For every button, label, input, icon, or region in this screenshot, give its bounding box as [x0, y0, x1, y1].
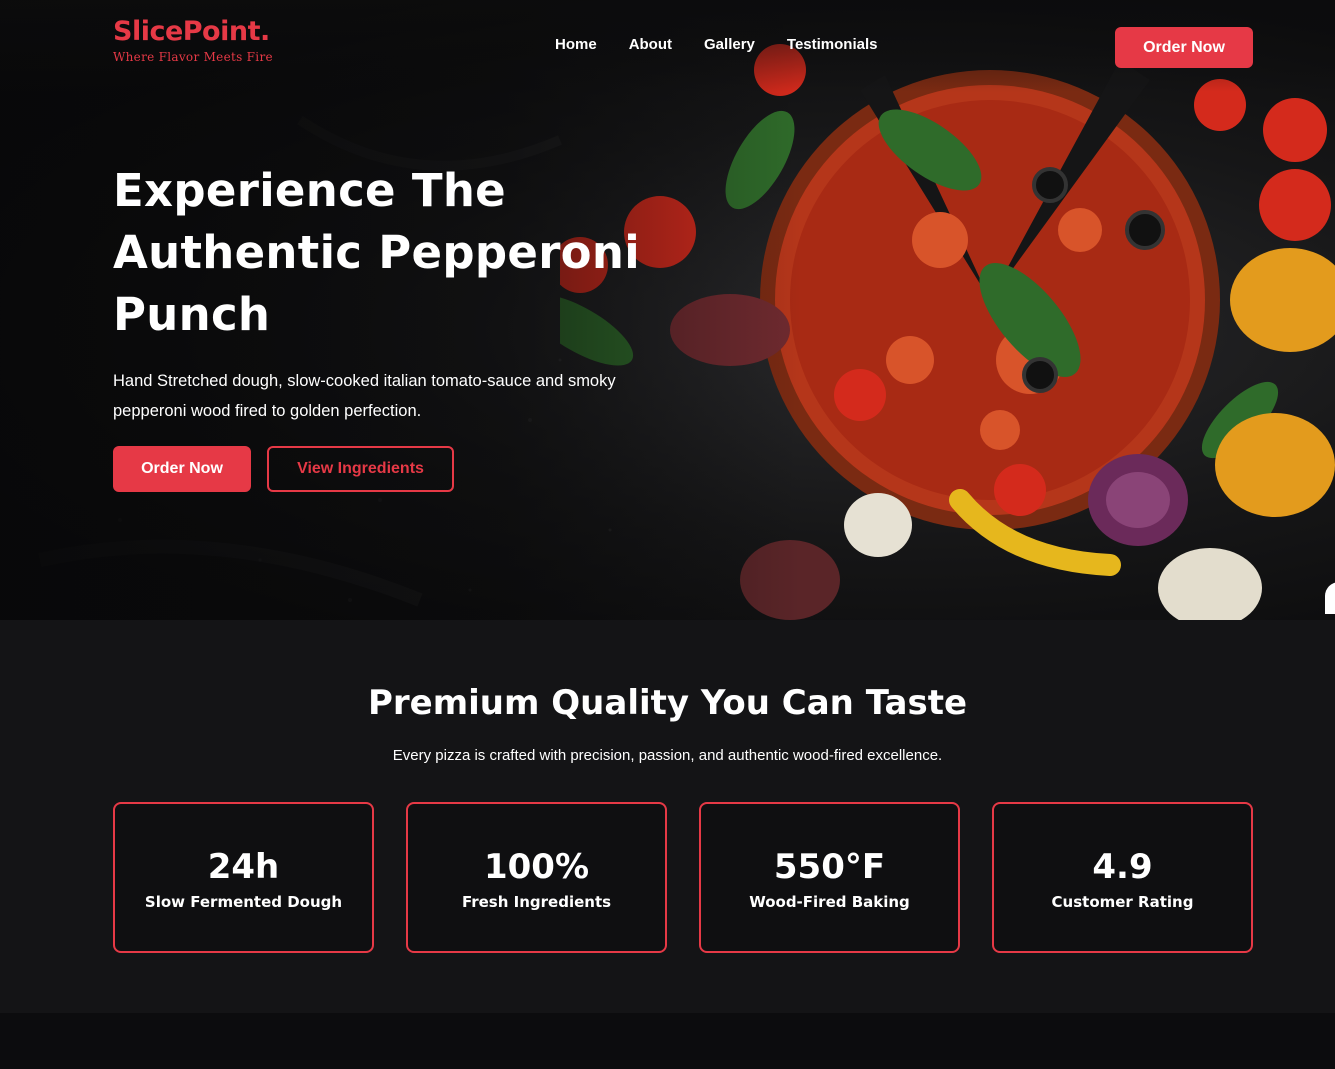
- hero-title-line: Authentic Pepperoni: [113, 226, 640, 279]
- nav-link-home[interactable]: Home: [555, 36, 597, 53]
- features-subtitle: Every pizza is crafted with precision, p…: [392, 747, 943, 764]
- stat-label: Wood-Fired Baking: [749, 892, 910, 911]
- nav-link-gallery[interactable]: Gallery: [704, 36, 755, 53]
- nav-link-testimonials[interactable]: Testimonials: [787, 36, 878, 53]
- brand-tagline: Where Flavor Meets Fire: [113, 50, 273, 64]
- hero-title: Experience The Authentic Pepperoni Punch: [113, 160, 673, 346]
- stat-card-rating: 4.9 Customer Rating: [992, 802, 1253, 953]
- brand-name: SlicePoint.: [113, 16, 270, 47]
- hero-subtitle-line: pepperoni wood fired to golden perfectio…: [113, 402, 422, 420]
- brand-logo[interactable]: SlicePoint. Where Flavor Meets Fire: [113, 16, 273, 64]
- hero-subtitle-line: Hand Stretched dough, slow-cooked italia…: [113, 372, 616, 390]
- next-section: [0, 1013, 1335, 1069]
- nav-link-about[interactable]: About: [629, 36, 672, 53]
- stat-value: 100%: [483, 846, 590, 887]
- hero-title-line: Punch: [113, 288, 271, 341]
- header-order-now-button[interactable]: Order Now: [1115, 27, 1253, 68]
- stat-card-ingredients: 100% Fresh Ingredients: [406, 802, 667, 953]
- view-ingredients-button[interactable]: View Ingredients: [267, 446, 454, 492]
- stat-value: 550°F: [773, 846, 886, 887]
- features-title: Premium Quality You Can Taste: [367, 683, 968, 723]
- hero-subtitle: Hand Stretched dough, slow-cooked italia…: [113, 366, 653, 426]
- stat-card-baking: 550°F Wood-Fired Baking: [699, 802, 960, 953]
- stat-label: Slow Fermented Dough: [144, 892, 343, 911]
- hero-title-line: Experience The: [113, 164, 506, 217]
- stat-label: Fresh Ingredients: [461, 892, 612, 911]
- main-nav: Home About Gallery Testimonials: [555, 36, 877, 53]
- stat-value: 4.9: [1092, 846, 1153, 887]
- stat-label: Customer Rating: [1051, 892, 1194, 911]
- stat-value: 24h: [207, 846, 280, 887]
- stat-card-dough: 24h Slow Fermented Dough: [113, 802, 374, 953]
- hero-order-now-button[interactable]: Order Now: [113, 446, 251, 492]
